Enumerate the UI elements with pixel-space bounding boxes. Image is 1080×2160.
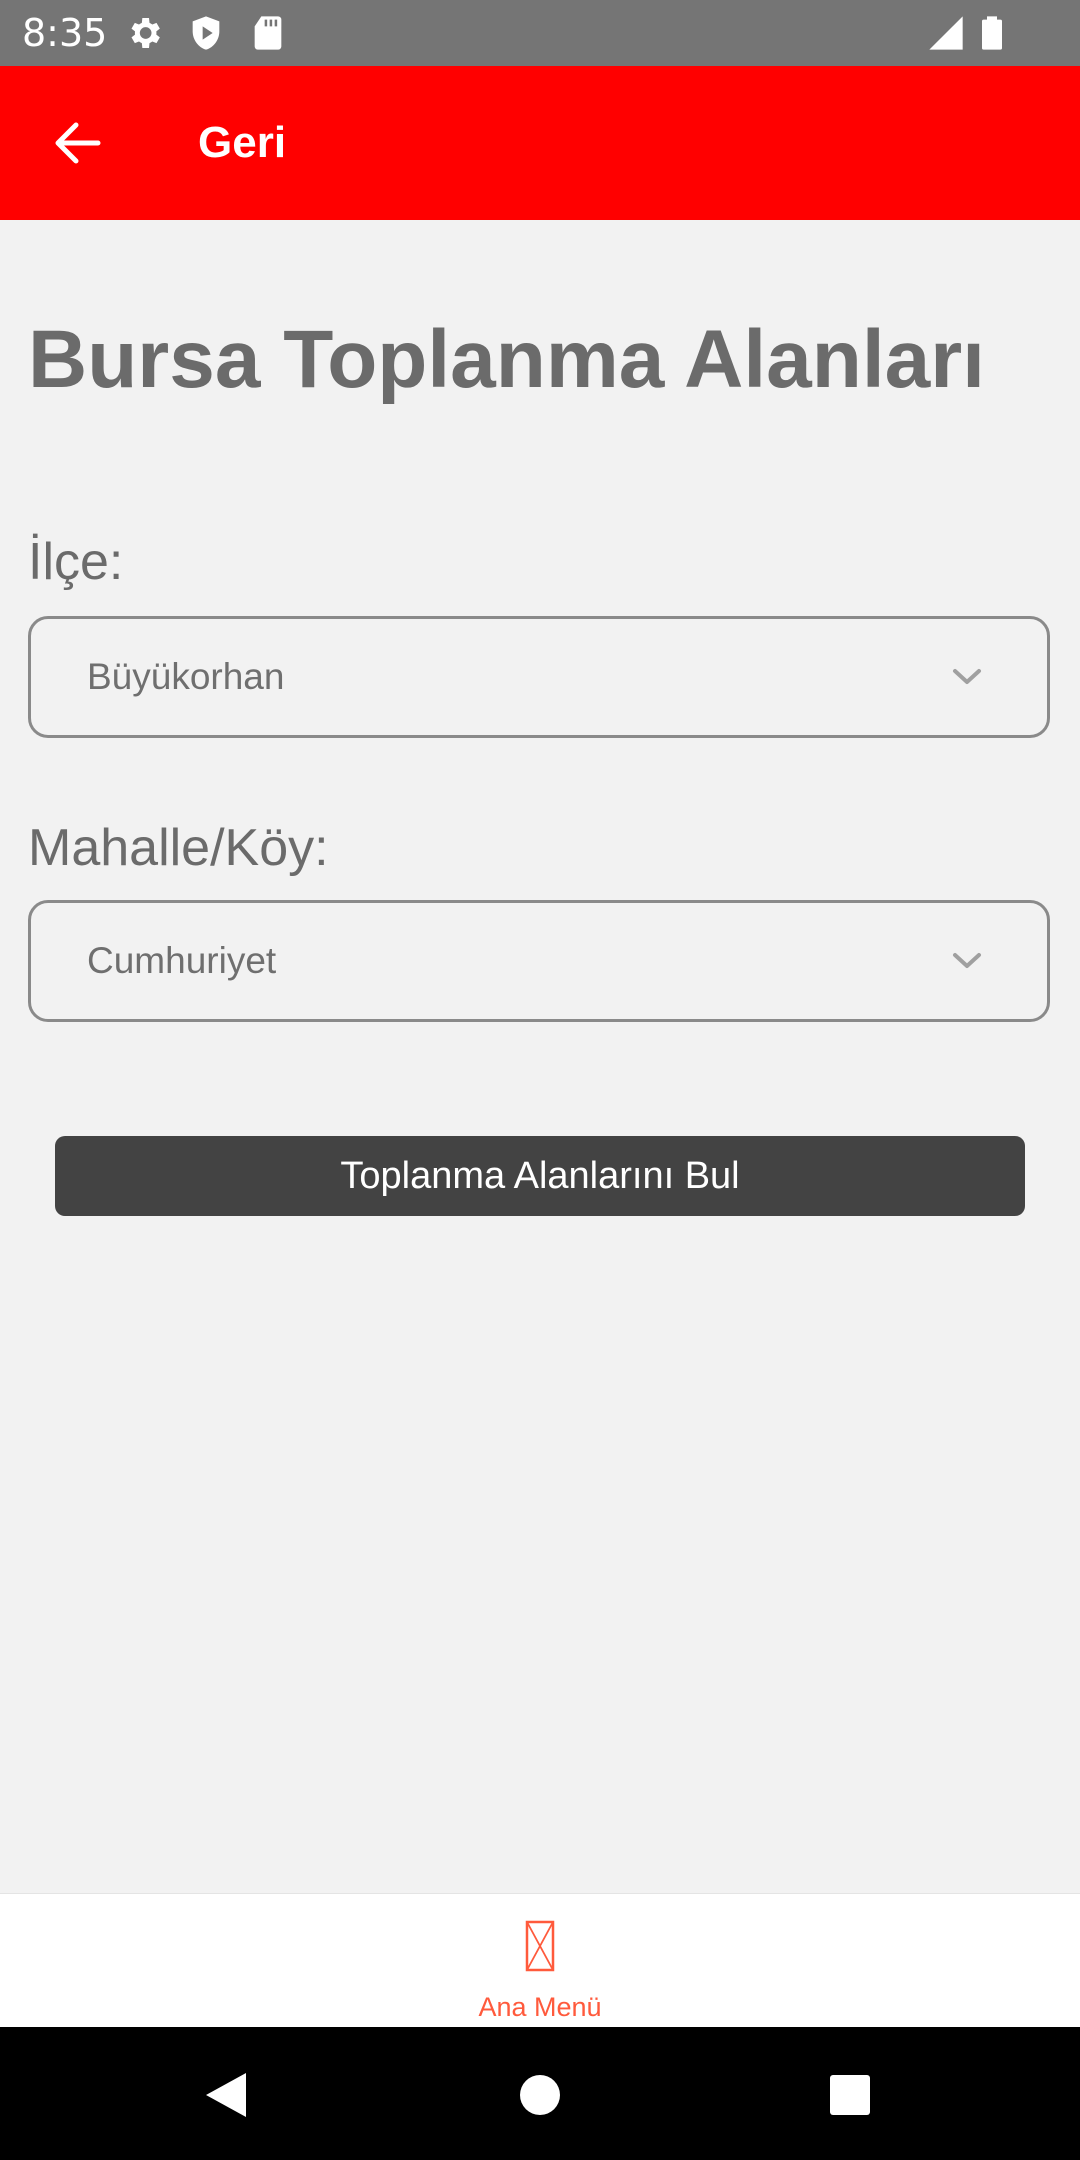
nav-item-main-menu[interactable]: Ana Menü xyxy=(440,1894,640,2028)
district-select[interactable]: Büyükorhan xyxy=(28,616,1050,738)
system-home-button[interactable] xyxy=(500,2055,580,2135)
bottom-nav: Ana Menü xyxy=(0,1893,1080,2028)
sd-card-icon xyxy=(248,13,288,53)
chevron-down-icon xyxy=(953,953,981,968)
page-title: Bursa Toplanma Alanları xyxy=(28,314,985,405)
status-time: 8:35 xyxy=(22,11,108,55)
system-nav-bar xyxy=(0,2027,1080,2160)
district-label: İlçe: xyxy=(28,533,124,591)
gear-icon xyxy=(124,13,164,53)
battery-icon xyxy=(972,13,1012,53)
status-bar: 8:35 xyxy=(0,0,1080,66)
back-triangle-icon xyxy=(206,2073,246,2117)
neighborhood-select-value: Cumhuriyet xyxy=(87,940,277,981)
app-bar-title[interactable]: Geri xyxy=(198,116,286,170)
home-circle-icon xyxy=(520,2075,560,2115)
shield-icon xyxy=(186,13,226,53)
signal-icon xyxy=(926,13,966,53)
system-recents-button[interactable] xyxy=(810,2055,890,2135)
district-select-value: Büyükorhan xyxy=(87,656,285,697)
neighborhood-select[interactable]: Cumhuriyet xyxy=(28,900,1050,1022)
chevron-down-icon xyxy=(953,669,981,684)
arrow-left-icon xyxy=(55,122,101,164)
app-bar: Geri xyxy=(0,66,1080,220)
back-button[interactable] xyxy=(40,111,114,175)
nav-item-label: Ana Menü xyxy=(478,1992,602,2022)
find-assembly-areas-button[interactable]: Toplanma Alanlarını Bul xyxy=(55,1136,1025,1216)
recents-square-icon xyxy=(830,2075,870,2115)
system-back-button[interactable] xyxy=(186,2055,266,2135)
neighborhood-label: Mahalle/Köy: xyxy=(28,819,329,877)
missing-glyph-icon xyxy=(525,1920,555,1972)
